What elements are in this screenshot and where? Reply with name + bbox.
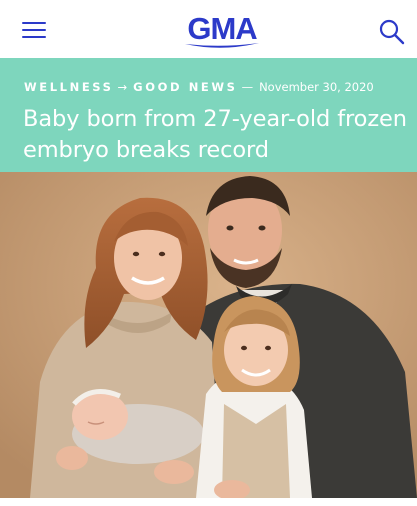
- arrow-separator: →: [117, 80, 128, 94]
- hero-photo: [0, 172, 417, 498]
- article-headline: Baby born from 27-year-old frozen embryo…: [23, 106, 407, 163]
- dash-separator: —: [241, 80, 254, 94]
- section-link-wellness[interactable]: WELLNESS: [24, 80, 114, 94]
- top-nav-bar: GMA: [0, 0, 417, 58]
- article-kicker: WELLNESS → GOOD NEWS — November 30, 2020: [24, 80, 374, 94]
- bottom-strip: [0, 498, 417, 506]
- app-frame: GMA WELLNESS → GOOD NEWS — November 30, 2020…: [0, 0, 417, 506]
- article-header-band: WELLNESS → GOOD NEWS — November 30, 2020 Bab…: [0, 58, 417, 172]
- section-link-good-news[interactable]: GOOD NEWS: [133, 80, 237, 94]
- article-date: November 30, 2020: [259, 80, 374, 94]
- gma-logo[interactable]: GMA: [181, 8, 263, 54]
- search-icon[interactable]: [378, 18, 406, 46]
- logo-text: GMA: [187, 11, 257, 46]
- hamburger-menu-icon[interactable]: [22, 21, 48, 39]
